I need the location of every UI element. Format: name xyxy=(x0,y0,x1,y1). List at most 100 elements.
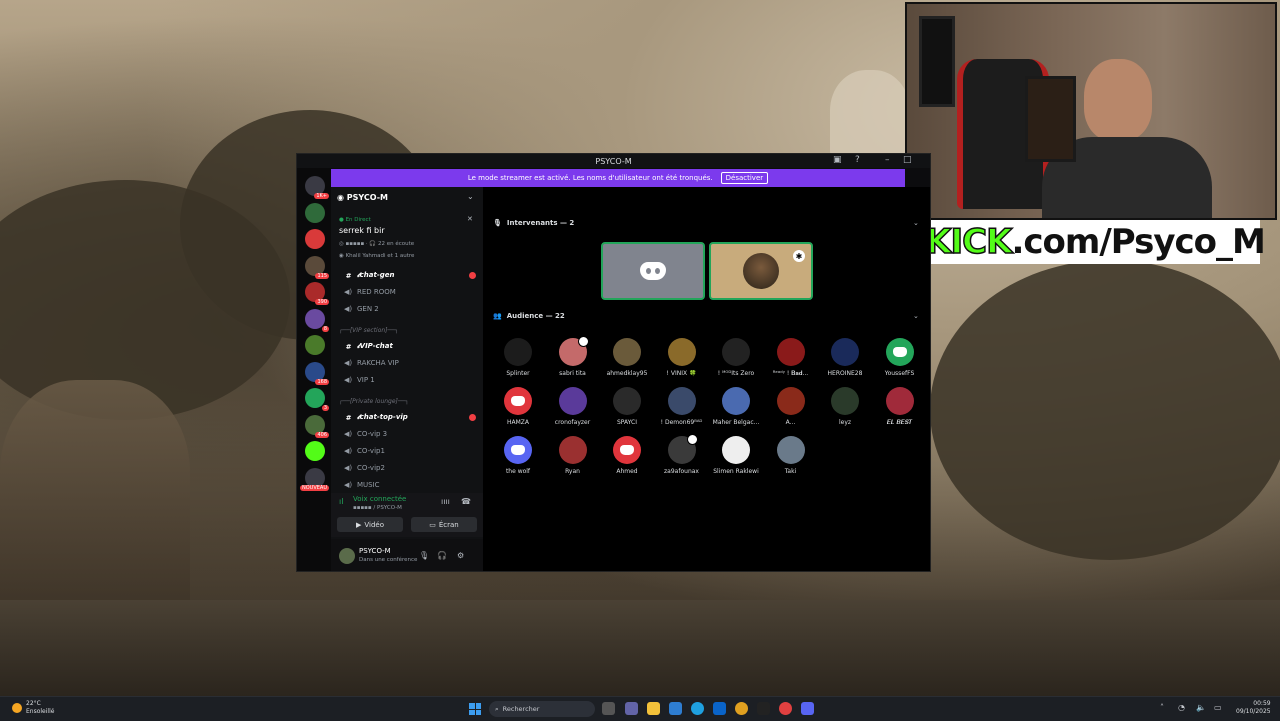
channel-item[interactable]: ◀) CO-vip1 xyxy=(343,447,385,455)
video-button[interactable]: ▶ Vidéo xyxy=(337,517,403,532)
speaker-tile[interactable]: ✱ xyxy=(709,242,813,300)
audience-member[interactable]: Splinter xyxy=(491,338,545,377)
server-icon[interactable]: 3 xyxy=(305,388,329,411)
chevron-down-icon[interactable]: ⌄ xyxy=(913,312,919,320)
server-icon[interactable]: NOUVEAU xyxy=(300,467,329,491)
sun-icon xyxy=(12,703,22,713)
audience-member[interactable]: Maher Belgac... xyxy=(709,387,763,426)
channel-item[interactable]: ◀) RED ROOM xyxy=(343,288,396,296)
channel-item[interactable]: ◀) CO-vip 3 xyxy=(343,430,387,438)
audience-member[interactable]: YoussefFS xyxy=(873,338,927,377)
audience-member[interactable]: the wolf xyxy=(491,436,545,475)
audience-member[interactable]: za9afounax xyxy=(655,434,709,475)
audience-member[interactable]: cronofayzer xyxy=(546,387,600,426)
windows-start-icon[interactable] xyxy=(469,703,481,715)
minimize-icon[interactable]: – xyxy=(885,155,890,165)
server-name[interactable]: ◉ PSYCO-M xyxy=(337,193,388,202)
audience-member[interactable]: HAMZA xyxy=(491,387,545,426)
network-icon[interactable]: ◔ xyxy=(1178,703,1185,712)
server-icon[interactable] xyxy=(305,335,325,355)
volume-icon[interactable]: 🔈 xyxy=(1196,703,1206,712)
search-icon: ⌕ xyxy=(495,704,499,713)
discord-icon[interactable] xyxy=(801,702,814,715)
channel-item[interactable]: ◀) RAKCHA VIP xyxy=(343,359,399,367)
channel-label: RAKCHA VIP xyxy=(357,359,399,367)
stage-title[interactable]: serrek fi bir xyxy=(339,226,385,235)
screen-icon: ▭ xyxy=(429,520,436,529)
audience-member[interactable]: HEROINE28 xyxy=(818,338,872,377)
battery-icon[interactable]: ▭ xyxy=(1214,703,1222,712)
disable-streamer-mode-button[interactable]: Désactiver xyxy=(720,172,769,184)
server-icon[interactable]: 168 xyxy=(305,361,329,385)
gear-icon[interactable]: ⚙ xyxy=(457,551,464,560)
close-icon[interactable]: ✕ xyxy=(467,215,473,223)
audience-member[interactable]: Slimen Raklewi xyxy=(709,436,763,475)
audience-member[interactable]: sabri tita xyxy=(546,336,600,377)
server-icon[interactable]: 1K+ xyxy=(305,176,329,199)
weather-widget[interactable]: 22°C Ensoleillé xyxy=(26,700,54,716)
server-icon[interactable]: 8 xyxy=(305,308,329,332)
help-icon[interactable]: ? xyxy=(855,155,860,165)
server-icon[interactable] xyxy=(305,229,325,249)
screen-share-button[interactable]: ▭ Écran xyxy=(411,517,477,532)
chrome-icon[interactable] xyxy=(735,702,748,715)
channel-item[interactable]: # 𝓽chat-top-vip xyxy=(343,413,476,422)
teams-icon[interactable] xyxy=(625,702,638,715)
task-view-icon[interactable] xyxy=(602,702,615,715)
channel-label: 𝓽chat-gen xyxy=(357,271,395,279)
audience-member[interactable]: Ryan xyxy=(546,436,600,475)
moderator-icon xyxy=(577,336,589,347)
audience-name: ahmedklay95 xyxy=(606,370,648,377)
channel-item[interactable]: ◀) CO-vip2 xyxy=(343,464,385,472)
edge-icon[interactable] xyxy=(691,702,704,715)
category-private[interactable]: ┌──[Private lounge]──┐ xyxy=(339,398,409,405)
file-explorer-icon[interactable] xyxy=(647,702,660,715)
server-icon[interactable]: 390 xyxy=(305,282,329,305)
server-icon[interactable]: 115 xyxy=(305,255,329,279)
server-icon[interactable]: 406 xyxy=(305,414,329,438)
audience-member[interactable]: ! VINIX 🍀 xyxy=(655,338,709,377)
audience-member[interactable]: ahmedklay95 xyxy=(600,338,654,377)
audience-member[interactable]: ᴿᵉᵃᵈʸ ! 𝐁𝐚𝐝... xyxy=(764,338,818,378)
audience-member[interactable]: 𝑬𝑳 𝑩𝑬𝑺𝑻 xyxy=(873,387,927,427)
channel-item[interactable]: ◀) MUSIC xyxy=(343,481,380,489)
audience-member[interactable]: Taki xyxy=(764,436,818,475)
headphones-icon[interactable]: 🎧 xyxy=(437,551,447,560)
noise-suppression-icon[interactable]: ıııı xyxy=(441,497,450,506)
avatar[interactable] xyxy=(339,548,355,564)
app-icon[interactable] xyxy=(669,702,682,715)
discord-logo-icon xyxy=(511,445,525,455)
audience-member[interactable]: A... xyxy=(764,387,818,426)
chevron-down-icon[interactable]: ⌄ xyxy=(467,192,474,201)
obs-icon[interactable] xyxy=(757,702,770,715)
maximize-icon[interactable]: □ xyxy=(903,155,912,165)
chevron-up-icon[interactable]: ˄ xyxy=(1160,703,1164,712)
audience-member[interactable]: SPAYCI xyxy=(600,387,654,426)
inbox-icon[interactable]: ▣ xyxy=(833,155,842,165)
audience-member[interactable]: ! ᴹᴼᴰIts Zero xyxy=(709,338,763,377)
avatar xyxy=(776,436,805,464)
speaker-tile[interactable] xyxy=(601,242,705,300)
server-badge: 390 xyxy=(315,299,329,305)
voice-connected-title[interactable]: Voix connectée xyxy=(353,495,406,503)
avatar xyxy=(743,253,779,289)
channel-item[interactable]: # 𝓽VIP-chat xyxy=(343,342,393,351)
outlook-icon[interactable] xyxy=(713,702,726,715)
app-icon[interactable] xyxy=(779,702,792,715)
server-icon[interactable] xyxy=(305,202,325,223)
server-icon[interactable] xyxy=(305,441,325,461)
audience-member[interactable]: ! Demon69ᴮᴬᴰ xyxy=(655,387,709,426)
disconnect-icon[interactable]: ☎ xyxy=(461,497,471,506)
microphone-icon[interactable]: 🎙 xyxy=(419,551,429,560)
discord-logo-icon xyxy=(511,396,525,406)
channel-item[interactable]: # 𝓽chat-gen xyxy=(343,271,476,280)
audience-member[interactable]: Ahmed xyxy=(600,436,654,475)
category-vip[interactable]: ┌──[VIP section]──┐ xyxy=(339,327,398,334)
chevron-down-icon[interactable]: ⌄ xyxy=(913,219,919,227)
wall-frame xyxy=(919,16,955,107)
channel-item[interactable]: ◀) GEN 2 xyxy=(343,305,379,313)
system-clock[interactable]: 00:59 09/10/2025 xyxy=(1236,700,1271,716)
channel-item[interactable]: ◀) VIP 1 xyxy=(343,376,375,384)
search-input[interactable]: ⌕ Rechercher xyxy=(489,701,595,717)
audience-member[interactable]: leyz xyxy=(818,387,872,426)
